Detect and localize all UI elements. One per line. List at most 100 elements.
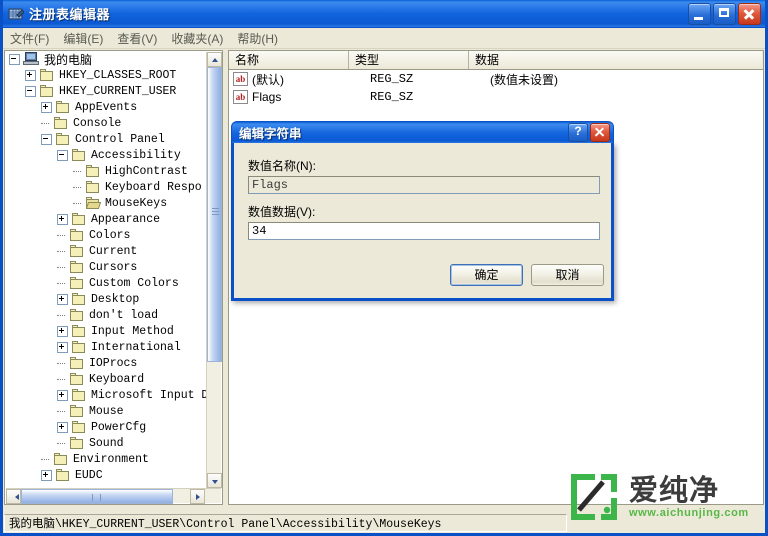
expand-icon[interactable] — [41, 101, 52, 113]
folder-icon — [55, 468, 71, 482]
tree-node-label: PowerCfg — [91, 420, 147, 434]
folder-icon — [39, 84, 55, 98]
tree-node-colors[interactable]: Colors — [5, 227, 208, 243]
tree-node-highcontrast[interactable]: HighContrast — [5, 163, 208, 179]
expand-icon[interactable] — [57, 421, 68, 433]
value-name-label: 数值名称(N): — [248, 159, 316, 173]
menu-item-edit[interactable]: 编辑(E) — [56, 28, 110, 49]
tree-node-desktop[interactable]: Desktop — [5, 291, 208, 307]
window-title: 注册表编辑器 — [29, 7, 111, 22]
scroll-down-arrow-icon[interactable] — [207, 473, 222, 488]
dialog-close-button[interactable] — [590, 123, 610, 142]
tree-node-powercfg[interactable]: PowerCfg — [5, 419, 208, 435]
maximize-button[interactable] — [713, 2, 736, 25]
tree-node-appearance[interactable]: Appearance — [5, 211, 208, 227]
tree-connector-icon — [73, 183, 82, 192]
tree-node-hkey-classes-root[interactable]: HKEY_CLASSES_ROOT — [5, 67, 208, 83]
tree-node-ioprocs[interactable]: IOProcs — [5, 355, 208, 371]
collapse-icon[interactable] — [9, 53, 20, 65]
expand-icon[interactable] — [57, 213, 68, 225]
folder-icon — [71, 420, 87, 434]
folder-icon — [69, 228, 85, 242]
tree-node-label: IOProcs — [89, 356, 138, 370]
expand-icon[interactable] — [25, 69, 36, 81]
folder-icon — [39, 68, 55, 82]
scroll-up-arrow-icon[interactable] — [207, 52, 222, 67]
tree-node-microsoft-input-d[interactable]: Microsoft Input D — [5, 387, 208, 403]
scroll-right-arrow-icon[interactable] — [190, 489, 205, 504]
scroll-left-arrow-icon[interactable] — [6, 489, 21, 504]
string-value-icon: ab — [233, 90, 248, 104]
ok-button[interactable]: 确定 — [450, 264, 523, 286]
folder-icon — [55, 132, 71, 146]
collapse-icon[interactable] — [57, 149, 68, 161]
menu-item-file[interactable]: 文件(F) — [3, 28, 56, 49]
cancel-button[interactable]: 取消 — [531, 264, 604, 286]
tree-node-mouse[interactable]: Mouse — [5, 403, 208, 419]
tree-node-label: Accessibility — [91, 148, 181, 162]
tree-node-label: 我的电脑 — [44, 52, 93, 67]
tree-node-input-method[interactable]: Input Method — [5, 323, 208, 339]
tree-node-sound[interactable]: Sound — [5, 435, 208, 451]
table-row[interactable]: ab Flags REG_SZ — [229, 88, 763, 106]
tree-node-control-panel[interactable]: Control Panel — [5, 131, 208, 147]
menu-item-help[interactable]: 帮助(H) — [230, 28, 285, 49]
tree-horizontal-scrollbar[interactable] — [6, 488, 221, 504]
tree-node-accessibility[interactable]: Accessibility — [5, 147, 208, 163]
tree-node-cursors[interactable]: Cursors — [5, 259, 208, 275]
tree-node-[interactable]: 我的电脑 — [5, 51, 208, 67]
tree-connector-icon — [57, 407, 66, 416]
tree-node-label: Colors — [89, 228, 131, 242]
cell-value-type: REG_SZ — [370, 90, 414, 104]
hscrollbar-grip-icon — [92, 494, 101, 501]
status-bar: 我的电脑\HKEY_CURRENT_USER\Control Panel\Acc… — [4, 514, 567, 532]
menu-item-view[interactable]: 查看(V) — [110, 28, 164, 49]
tree-node-label: Appearance — [91, 212, 161, 226]
tree-node-appevents[interactable]: AppEvents — [5, 99, 208, 115]
expand-icon[interactable] — [57, 325, 68, 337]
column-header-type[interactable]: 类型 — [349, 51, 469, 69]
registry-tree-pane[interactable]: 我的电脑 HKEY_CLASSES_ROOT HKEY_CURRENT_USER Ap… — [4, 50, 223, 505]
computer-icon — [23, 52, 40, 66]
close-button[interactable] — [738, 2, 761, 25]
tree-node-don-t-load[interactable]: don't load — [5, 307, 208, 323]
folder-icon — [69, 436, 85, 450]
dialog-title: 编辑字符串 — [239, 127, 302, 141]
expand-icon[interactable] — [57, 293, 68, 305]
expand-icon[interactable] — [41, 469, 52, 481]
menu-item-favorites[interactable]: 收藏夹(A) — [164, 28, 230, 49]
tree-vertical-scrollbar[interactable] — [206, 52, 222, 488]
folder-icon — [85, 180, 101, 194]
value-name-input[interactable]: Flags — [248, 176, 600, 194]
tree-node-hkey-current-user[interactable]: HKEY_CURRENT_USER — [5, 83, 208, 99]
registry-editor-icon — [8, 6, 25, 22]
tree-node-keyboard-respo[interactable]: Keyboard Respo — [5, 179, 208, 195]
tree-node-keyboard[interactable]: Keyboard — [5, 371, 208, 387]
tree-node-custom-colors[interactable]: Custom Colors — [5, 275, 208, 291]
collapse-icon[interactable] — [25, 85, 36, 97]
folder-icon — [53, 452, 69, 466]
tree-node-eudc[interactable]: EUDC — [5, 467, 208, 483]
collapse-icon[interactable] — [41, 133, 52, 145]
tree-node-console[interactable]: Console — [5, 115, 208, 131]
folder-icon — [69, 244, 85, 258]
column-header-data[interactable]: 数据 — [469, 51, 762, 69]
tree-hscroll-thumb[interactable] — [21, 489, 173, 504]
dialog-titlebar: 编辑字符串 — [231, 121, 614, 143]
watermark-url: www.aichunjing.com — [629, 506, 749, 519]
tree-node-environment[interactable]: Environment — [5, 451, 208, 467]
expand-icon[interactable] — [57, 389, 68, 401]
table-row[interactable]: ab (默认) REG_SZ (数值未设置) — [229, 70, 763, 88]
cell-value-name: Flags — [252, 90, 282, 104]
tree-node-international[interactable]: International — [5, 339, 208, 355]
value-data-input[interactable]: 34 — [248, 222, 600, 240]
column-header-name[interactable]: 名称 — [229, 51, 349, 69]
tree-node-label: International — [91, 340, 181, 354]
expand-icon[interactable] — [57, 341, 68, 353]
tree-node-mousekeys[interactable]: MouseKeys — [5, 195, 208, 211]
tree-node-current[interactable]: Current — [5, 243, 208, 259]
folder-icon — [69, 276, 85, 290]
dialog-help-button[interactable] — [568, 123, 588, 142]
minimize-button[interactable] — [688, 2, 711, 25]
tree-vscroll-thumb[interactable] — [207, 67, 222, 362]
